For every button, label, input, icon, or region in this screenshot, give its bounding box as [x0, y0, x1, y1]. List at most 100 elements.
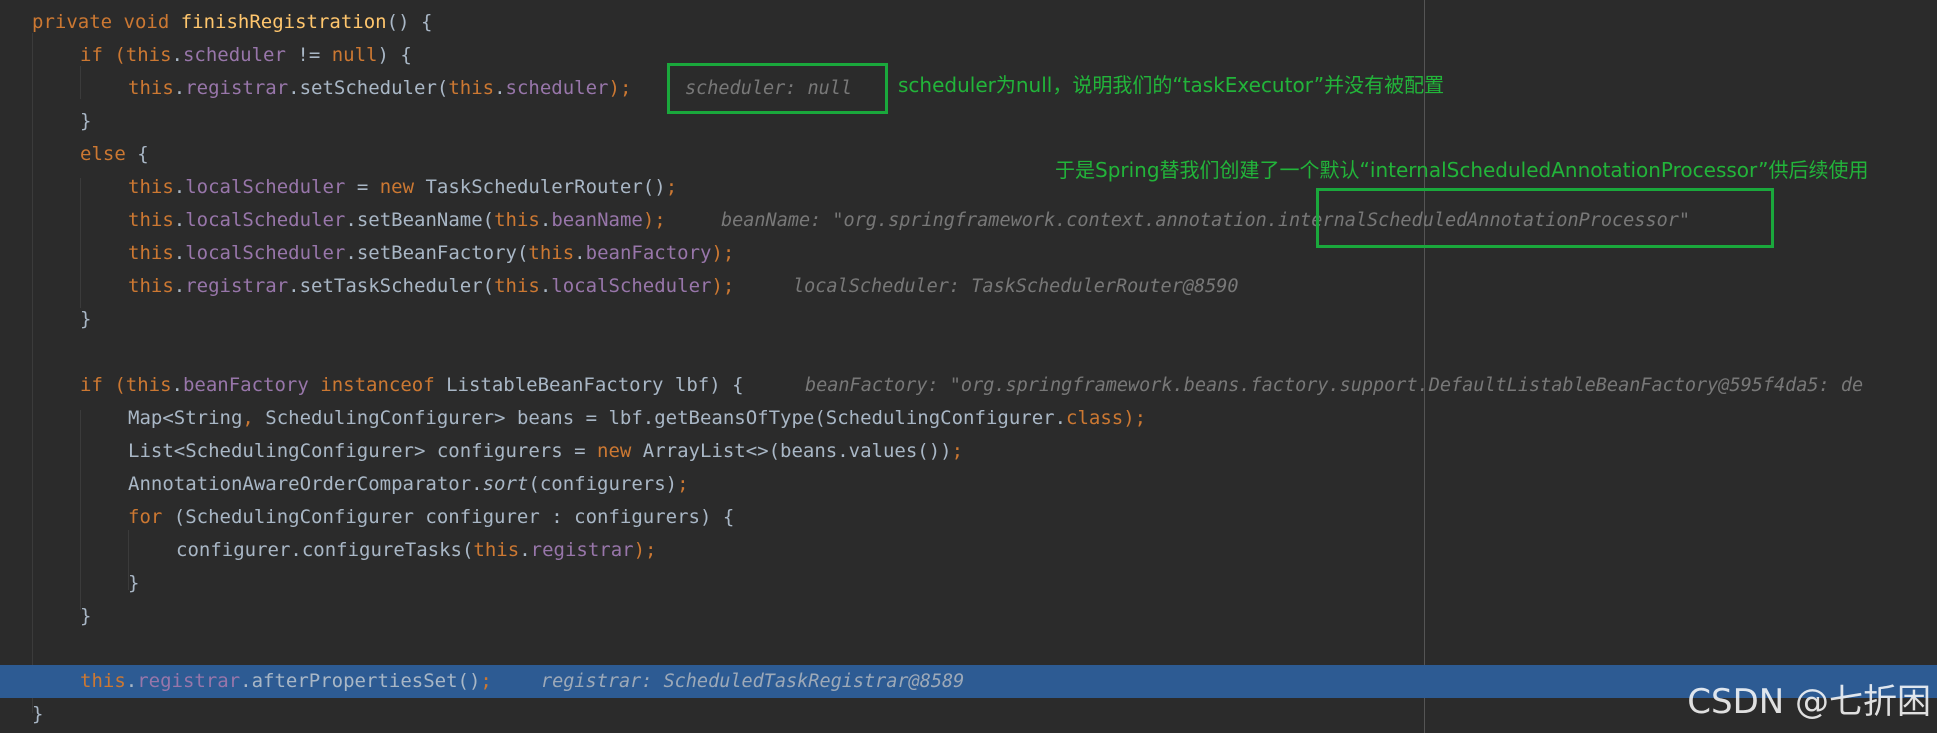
- code-token: null: [331, 44, 378, 66]
- code-token: }: [32, 703, 44, 725]
- code-token: registrar: [185, 275, 289, 297]
- code-token: .: [173, 275, 186, 297]
- code-token: .: [173, 176, 186, 198]
- code-token: class: [1066, 407, 1124, 429]
- code-token: .: [125, 670, 138, 692]
- code-token: this: [125, 374, 172, 396]
- code-token: ;: [665, 176, 678, 198]
- highlight-box-bean-name: [1316, 188, 1774, 248]
- code-token: localScheduler: [551, 275, 712, 297]
- code-token: new: [379, 176, 415, 198]
- code-token: () {: [386, 11, 433, 33]
- code-token: scheduler: [505, 77, 609, 99]
- code-token: }: [80, 110, 92, 132]
- code-line[interactable]: }: [0, 600, 1937, 633]
- code-token: registrar: [185, 77, 289, 99]
- code-line[interactable]: configurer.configureTasks(this.registrar…: [0, 534, 1937, 567]
- current-execution-line[interactable]: this.registrar.afterPropertiesSet(); reg…: [0, 665, 1937, 698]
- code-token: !=: [285, 44, 332, 66]
- code-line[interactable]: this.registrar.setTaskScheduler(this.loc…: [0, 270, 1937, 303]
- code-token: );: [1123, 407, 1147, 429]
- code-token: .: [574, 242, 586, 264]
- code-token: this: [80, 670, 126, 692]
- code-token: .setTaskScheduler(: [288, 275, 495, 297]
- code-token: this: [528, 242, 575, 264]
- code-token: }: [80, 605, 92, 627]
- code-token: );: [711, 242, 735, 264]
- code-token: new: [597, 440, 632, 462]
- code-line[interactable]: private void finishRegistration() {: [0, 6, 1937, 39]
- code-line[interactable]: Map<String, SchedulingConfigurer> beans …: [0, 402, 1937, 435]
- code-token: SchedulingConfigurer> beans = lbf.getBea…: [253, 407, 1067, 429]
- code-token: localScheduler: [185, 209, 346, 231]
- code-token: beanFactory: [182, 374, 309, 396]
- code-line[interactable]: if (this.scheduler != null) {: [0, 39, 1937, 72]
- code-token: );: [711, 275, 735, 297]
- code-token: }: [80, 308, 92, 330]
- code-token: .: [519, 539, 531, 561]
- code-token: for: [128, 506, 163, 528]
- code-token: sort: [482, 473, 529, 495]
- code-token: if (: [80, 374, 126, 396]
- code-token: AnnotationAwareOrderComparator.: [128, 473, 483, 495]
- code-line[interactable]: List<SchedulingConfigurer> configurers =…: [0, 435, 1937, 468]
- code-token: .: [539, 209, 552, 231]
- code-token: this: [494, 275, 540, 297]
- code-token: );: [608, 77, 632, 99]
- code-token: this: [128, 176, 174, 198]
- code-token: scheduler: [182, 44, 286, 66]
- code-line[interactable]: }: [0, 567, 1937, 600]
- code-line[interactable]: }: [0, 303, 1937, 336]
- code-line[interactable]: }: [0, 698, 1937, 731]
- code-token: instanceof: [308, 374, 435, 396]
- code-token: );: [633, 539, 657, 561]
- annotation-scheduler-null: scheduler为null，说明我们的“taskExecutor”并没有被配置: [898, 73, 1445, 97]
- code-token: ,: [242, 407, 254, 429]
- code-token: .: [171, 44, 183, 66]
- code-editor[interactable]: private void finishRegistration() { if (…: [0, 0, 1937, 733]
- code-token: .: [171, 374, 183, 396]
- code-token: configurer.configureTasks(: [176, 539, 474, 561]
- code-token: ;: [480, 670, 492, 692]
- code-token: ;: [951, 440, 964, 462]
- code-token: .: [173, 242, 186, 264]
- code-token: private void: [32, 11, 181, 33]
- code-line[interactable]: for (SchedulingConfigurer configurer : c…: [0, 501, 1937, 534]
- code-token: .: [173, 77, 186, 99]
- code-token: List<SchedulingConfigurer> configurers =: [128, 440, 597, 462]
- code-token: finishRegistration: [180, 11, 387, 33]
- code-token: ListableBeanFactory lbf) {: [434, 374, 744, 396]
- code-token: .: [173, 209, 186, 231]
- code-token: this: [128, 209, 174, 231]
- code-token: beanFactory: [585, 242, 712, 264]
- code-line[interactable]: AnnotationAwareOrderComparator.sort(conf…: [0, 468, 1937, 501]
- code-token: TaskSchedulerRouter(): [414, 176, 666, 198]
- code-token: {: [125, 143, 149, 165]
- code-token: ArrayList<>(beans.values()): [631, 440, 952, 462]
- code-line[interactable]: if (this.beanFactory instanceof Listable…: [0, 369, 1937, 402]
- code-token: Map<String: [128, 407, 243, 429]
- code-token: this: [128, 77, 174, 99]
- code-token: }: [128, 572, 140, 594]
- code-token: );: [642, 209, 666, 231]
- code-token: .setScheduler(: [288, 77, 449, 99]
- code-token: .afterPropertiesSet(): [240, 670, 481, 692]
- code-token: this: [473, 539, 520, 561]
- code-token: localScheduler: [185, 242, 346, 264]
- inlay-hint: registrar: ScheduledTaskRegistrar@8589: [541, 671, 965, 692]
- code-token: beanName: [551, 209, 643, 231]
- code-token: localScheduler: [185, 176, 346, 198]
- csdn-watermark: CSDN @七折困: [1687, 682, 1931, 722]
- code-token: this: [494, 209, 540, 231]
- code-token: (configurers): [528, 473, 678, 495]
- code-line[interactable]: }: [0, 105, 1937, 138]
- annotation-default-processor: 于是Spring替我们创建了一个默认“internalScheduledAnno…: [1055, 158, 1869, 182]
- code-token: ) {: [377, 44, 412, 66]
- inlay-hint: beanFactory: "org.springframework.beans.…: [805, 375, 1864, 396]
- code-token: .: [494, 77, 506, 99]
- code-token: this: [128, 275, 174, 297]
- code-token: this: [125, 44, 172, 66]
- code-token: this: [128, 242, 174, 264]
- code-token: this: [448, 77, 495, 99]
- code-token: .: [539, 275, 552, 297]
